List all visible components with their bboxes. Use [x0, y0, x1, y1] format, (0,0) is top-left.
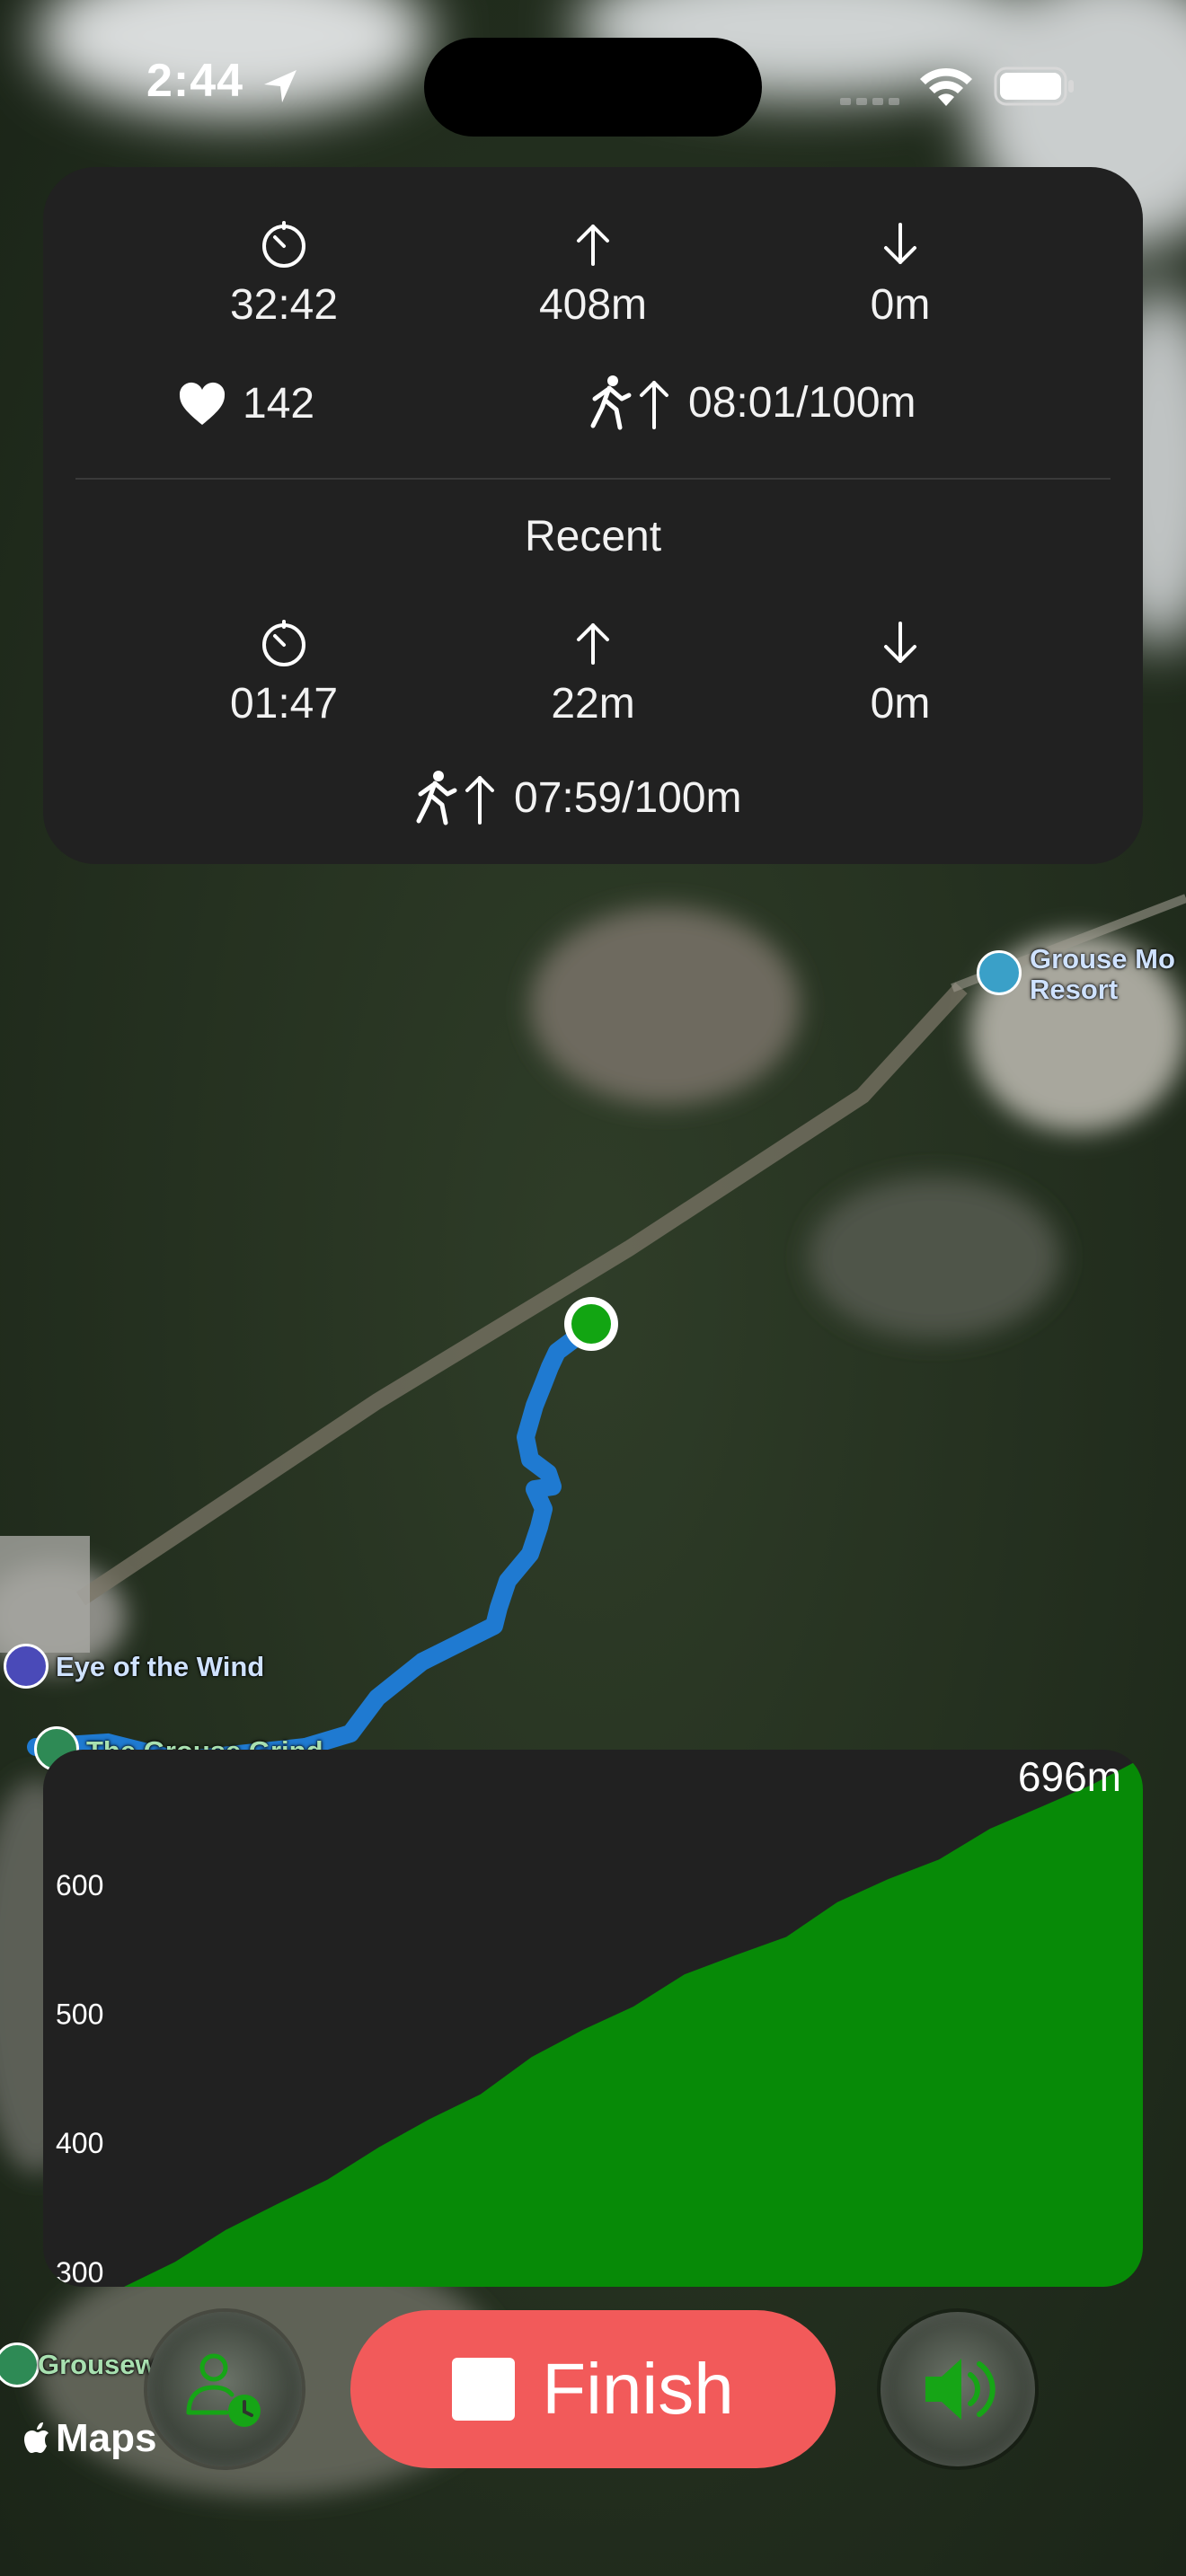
- stop-icon: [452, 2358, 516, 2421]
- maps-attribution-text: Maps: [56, 2416, 157, 2460]
- total-descent-stat: 0m: [766, 217, 1035, 330]
- status-time: 2:44: [146, 55, 244, 107]
- person-clock-icon: [186, 2353, 261, 2427]
- arrow-down-icon: [884, 223, 916, 264]
- heart-rate-value: 142: [243, 380, 315, 428]
- map-label-grousewoods[interactable]: Grousew: [38, 2349, 157, 2381]
- cellular-signal-icon: [840, 98, 899, 105]
- hiker-up-icon: [590, 375, 668, 430]
- total-duration-stat: 32:42: [149, 217, 419, 330]
- recent-pace-stat: 07:59/100m: [412, 769, 742, 826]
- recent-section-title: Recent: [524, 513, 662, 560]
- finish-button[interactable]: Finish: [350, 2310, 836, 2468]
- recent-pace-value: 07:59/100m: [514, 773, 742, 822]
- recent-descent-value: 0m: [870, 680, 931, 728]
- y-tick-label: 600: [56, 1869, 103, 1901]
- heart-rate-stat: 142: [178, 379, 314, 428]
- elevation-chart: 600 500 400 300 696m: [43, 1750, 1143, 2287]
- y-tick-label: 300: [56, 2256, 103, 2287]
- recent-ascent-value: 22m: [551, 680, 635, 728]
- dynamic-island: [424, 38, 762, 137]
- elevation-area: [124, 1758, 1143, 2287]
- arrow-up-icon: [577, 623, 609, 665]
- finish-button-label: Finish: [542, 2349, 734, 2429]
- recent-descent-stat: 0m: [766, 616, 1035, 728]
- star-pin-icon[interactable]: [4, 1644, 49, 1689]
- y-tick-label: 400: [56, 2127, 103, 2159]
- total-ascent-stat: 408m: [458, 217, 728, 330]
- hiker-up-icon: [416, 771, 494, 825]
- recent-ascent-stat: 22m: [458, 616, 728, 728]
- status-bar: 2:44: [0, 0, 1186, 171]
- person-clock-button[interactable]: [147, 2312, 302, 2466]
- current-elevation-label: 696m: [1018, 1753, 1121, 1800]
- workout-stats-card: 32:42 408m 0m 142 08:01/100m Recent 01:4…: [43, 167, 1143, 864]
- speaker-icon: [925, 2359, 996, 2420]
- stats-divider: [75, 478, 1111, 480]
- maps-attribution[interactable]: Maps: [23, 2416, 156, 2461]
- total-pace-stat: 08:01/100m: [586, 374, 916, 431]
- map-label-eye-of-the-wind[interactable]: Eye of the Wind: [56, 1651, 264, 1683]
- apple-icon: [24, 2422, 49, 2453]
- recent-duration-stat: 01:47: [149, 616, 419, 728]
- total-ascent-value: 408m: [538, 281, 648, 329]
- total-duration-value: 32:42: [229, 281, 339, 329]
- arrow-up-icon: [577, 225, 609, 266]
- total-pace-value: 08:01/100m: [688, 378, 916, 427]
- recent-duration-value: 01:47: [229, 680, 339, 728]
- wifi-icon: [920, 67, 972, 106]
- battery-icon: [994, 66, 1074, 106]
- y-tick-label: 500: [56, 1998, 103, 2031]
- timer-icon: [262, 221, 305, 268]
- resort-pin-icon[interactable]: [977, 950, 1022, 995]
- map-label-resort-line2[interactable]: Resort: [1030, 974, 1118, 1006]
- location-arrow-icon: [264, 70, 296, 102]
- audio-toggle-button[interactable]: [881, 2312, 1035, 2466]
- timer-icon: [262, 620, 305, 666]
- heart-icon: [179, 382, 226, 425]
- elevation-chart-svg: 600 500 400 300 696m: [56, 1753, 1143, 2287]
- map-label-resort-line1[interactable]: Grouse Mo: [1030, 943, 1175, 975]
- total-descent-value: 0m: [870, 281, 931, 329]
- arrow-down-icon: [884, 622, 916, 663]
